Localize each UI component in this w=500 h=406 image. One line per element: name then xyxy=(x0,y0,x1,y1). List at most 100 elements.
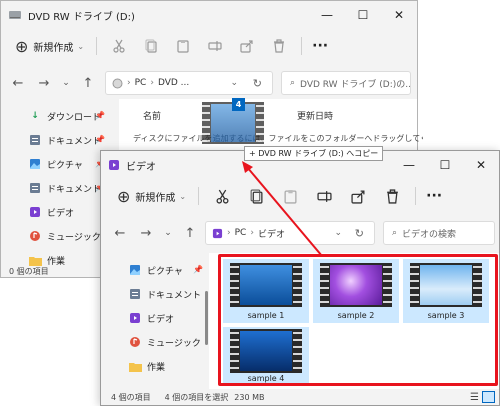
forward-arrow-icon[interactable]: → xyxy=(133,220,159,246)
breadcrumb-dvd[interactable]: DVD ... xyxy=(158,78,189,88)
drag-count-badge: 4 xyxy=(232,98,245,111)
pictures-icon xyxy=(127,264,143,276)
sidebar-item-pictures[interactable]: ピクチャ xyxy=(27,153,83,175)
up-arrow-icon[interactable]: ↑ xyxy=(75,70,101,96)
close-button[interactable]: ✕ xyxy=(381,1,417,29)
breadcrumb-separator: › xyxy=(127,78,131,88)
share-icon[interactable] xyxy=(231,33,263,59)
more-options-icon[interactable]: ··· xyxy=(308,33,332,59)
sidebar-item-folder[interactable]: 作業 xyxy=(127,355,165,377)
item-count: 4 個の項目 xyxy=(111,392,151,402)
column-header-name[interactable]: 名前 xyxy=(143,109,161,122)
new-label: 新規作成 xyxy=(33,42,74,54)
maximize-button[interactable]: ☐ xyxy=(427,151,463,179)
close-button[interactable]: ✕ xyxy=(463,151,499,179)
share-icon[interactable] xyxy=(341,183,375,209)
music-icon xyxy=(27,230,43,242)
sidebar-item-downloads[interactable]: ↓ ダウンロード xyxy=(27,105,101,127)
sidebar-item-documents[interactable]: ドキュメント xyxy=(127,283,201,305)
sidebar-item-videos[interactable]: ビデオ xyxy=(127,307,174,329)
documents-icon xyxy=(27,182,43,194)
sidebar-item-label: ピクチャ xyxy=(47,160,83,171)
forward-arrow-icon[interactable]: → xyxy=(31,70,57,96)
videos-icon xyxy=(108,159,120,171)
back-arrow-icon[interactable]: ← xyxy=(107,220,133,246)
selection-highlight-box xyxy=(218,254,498,386)
search-icon: ⌕ xyxy=(290,78,296,88)
sidebar-item-music[interactable]: ミュージック xyxy=(27,225,101,247)
paste-icon[interactable] xyxy=(273,183,307,209)
selected-size: 230 MB xyxy=(234,392,265,402)
delete-icon[interactable] xyxy=(263,33,295,59)
search-box[interactable]: ⌕ ビデオの検索 xyxy=(383,221,495,245)
address-dropdown-icon[interactable]: ⌄ xyxy=(334,228,342,238)
plus-icon: ⊕ xyxy=(117,186,131,206)
address-bar[interactable]: › PC › ビデオ ⌄ ↻ xyxy=(205,221,375,245)
divider xyxy=(301,37,303,55)
window-title: DVD RW ドライブ (D:) xyxy=(28,11,135,23)
pin-icon[interactable]: 📌 xyxy=(95,135,105,144)
address-bar[interactable]: › PC › DVD ... ⌄ ↻ xyxy=(105,71,273,95)
refresh-icon[interactable]: ↻ xyxy=(355,227,364,240)
divider xyxy=(198,187,200,205)
breadcrumb-pc[interactable]: PC xyxy=(235,228,247,238)
details-view-icon[interactable]: ☰ xyxy=(470,392,479,403)
tiles-view-icon[interactable] xyxy=(482,391,495,403)
new-button[interactable]: ⊕ 新規作成 ⌄ xyxy=(111,183,192,209)
sidebar-item-documents[interactable]: ドキュメント xyxy=(27,129,101,151)
back-arrow-icon[interactable]: ← xyxy=(5,70,31,96)
breadcrumb-videos[interactable]: ビデオ xyxy=(258,227,285,240)
folder-icon xyxy=(127,361,143,372)
copy-icon[interactable] xyxy=(135,33,167,59)
sidebar-item-music[interactable]: ミュージック xyxy=(127,331,201,353)
breadcrumb-separator: › xyxy=(150,78,154,88)
navigation-pane: ピクチャ ドキュメント ビデオ ミュージック 作業 📌 xyxy=(101,253,208,389)
music-icon xyxy=(127,336,143,348)
breadcrumb-separator: › xyxy=(250,228,254,238)
address-dropdown-icon[interactable]: ⌄ xyxy=(230,78,238,88)
sidebar-item-label: ミュージック xyxy=(147,338,201,349)
cut-icon[interactable] xyxy=(205,183,239,209)
plus-icon: ⊕ xyxy=(15,36,29,56)
new-button[interactable]: ⊕ 新規作成 ⌄ xyxy=(9,33,90,59)
cut-icon[interactable] xyxy=(103,33,135,59)
chevron-down-icon: ⌄ xyxy=(179,191,187,201)
refresh-icon[interactable]: ↻ xyxy=(253,77,262,90)
window-title: ビデオ xyxy=(126,161,156,173)
column-header-modified[interactable]: 更新日時 xyxy=(297,109,333,122)
paste-icon[interactable] xyxy=(167,33,199,59)
rename-icon[interactable] xyxy=(199,33,231,59)
sidebar-item-label: ビデオ xyxy=(47,208,75,219)
copy-icon[interactable] xyxy=(239,183,273,209)
dvd-drive-icon xyxy=(8,8,22,22)
more-options-icon[interactable]: ··· xyxy=(422,183,446,209)
delete-icon[interactable] xyxy=(375,183,409,209)
item-count: 0 個の項目 xyxy=(9,266,49,276)
sidebar-item-videos[interactable]: ビデオ xyxy=(27,201,74,223)
pin-icon[interactable]: 📌 xyxy=(193,265,203,274)
scrollbar[interactable] xyxy=(205,291,208,345)
pin-icon[interactable]: 📌 xyxy=(95,111,105,120)
search-box[interactable]: ⌕ DVD RW ドライブ (D:)の... xyxy=(281,71,411,95)
pictures-icon xyxy=(27,158,43,170)
videos-icon xyxy=(127,312,143,324)
minimize-button[interactable]: — xyxy=(391,151,427,179)
drag-copy-tooltip: + DVD RW ドライブ (D:) へコピー xyxy=(244,146,384,161)
sidebar-item-documents[interactable]: ドキュメント xyxy=(27,177,101,199)
sidebar-item-label: ミュージック xyxy=(47,232,101,243)
recent-chevron-icon[interactable]: ⌄ xyxy=(159,220,177,246)
sidebar-item-label: ビデオ xyxy=(147,314,175,325)
divider xyxy=(96,37,98,55)
title-bar[interactable]: DVD RW ドライブ (D:) — ☐ ✕ xyxy=(1,1,417,29)
new-label: 新規作成 xyxy=(135,192,176,204)
maximize-button[interactable]: ☐ xyxy=(345,1,381,29)
sidebar-item-pictures[interactable]: ピクチャ xyxy=(127,259,183,281)
breadcrumb-pc[interactable]: PC xyxy=(135,78,147,88)
up-arrow-icon[interactable]: ↑ xyxy=(177,220,203,246)
videos-icon xyxy=(212,228,223,239)
search-placeholder: DVD RW ドライブ (D:)の... xyxy=(300,79,410,90)
search-placeholder: ビデオの検索 xyxy=(402,229,457,240)
recent-chevron-icon[interactable]: ⌄ xyxy=(57,70,75,96)
minimize-button[interactable]: — xyxy=(309,1,345,29)
rename-icon[interactable] xyxy=(307,183,341,209)
